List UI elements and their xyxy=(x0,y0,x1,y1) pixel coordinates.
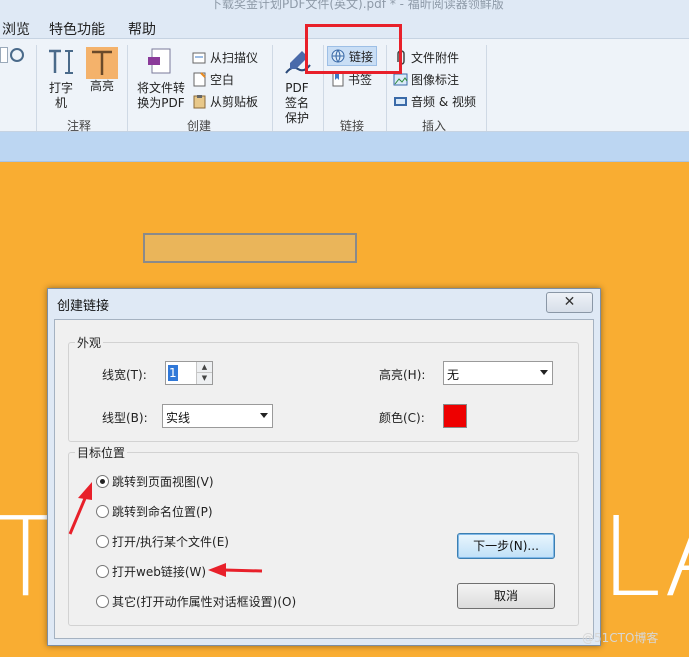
audio-video-label: 音频 & 视频 xyxy=(411,94,476,109)
next-button[interactable]: 下一步(N)... xyxy=(457,533,555,559)
scanner-icon xyxy=(192,50,207,65)
separator xyxy=(127,45,128,131)
typewriter-label: 打字机 xyxy=(48,81,73,110)
from-clipboard-label: 从剪贴板 xyxy=(210,94,259,109)
highlight-mode-label: 高亮(H): xyxy=(379,368,426,382)
blank-page-icon xyxy=(192,71,207,87)
link-area-selection[interactable] xyxy=(143,233,357,263)
spin-down-icon[interactable]: ▼ xyxy=(197,373,212,384)
menu-help[interactable]: 帮助 xyxy=(128,19,156,39)
from-scanner-button[interactable]: 从扫描仪 xyxy=(192,47,258,67)
radio-button[interactable] xyxy=(96,474,109,488)
close-icon: ✕ xyxy=(563,294,576,310)
line-style-select[interactable]: 实线 xyxy=(162,404,273,428)
image-annotation-button[interactable]: 图像标注 xyxy=(393,69,459,89)
menu-features[interactable]: 特色功能 xyxy=(49,19,105,39)
radio-label: 打开/执行某个文件(E) xyxy=(112,534,229,549)
blank-button[interactable]: 空白 xyxy=(192,69,234,89)
radio-option-web-link[interactable]: 打开web链接(W) xyxy=(96,562,206,580)
line-width-spinner[interactable]: 1 ▲ ▼ xyxy=(165,361,213,385)
typewriter-button[interactable]: 打字机 xyxy=(42,47,80,111)
line-width-label: 线宽(T): xyxy=(102,368,147,382)
highlight-button[interactable]: 高亮 xyxy=(84,47,120,94)
highlight-mode-value: 无 xyxy=(447,368,460,382)
zoom-field[interactable] xyxy=(0,47,8,63)
appearance-group: 外观 线宽(T): 1 ▲ ▼ 高亮(H): 无 线型(B): 实线 颜色(C)… xyxy=(68,334,579,442)
close-button[interactable]: ✕ xyxy=(546,292,593,313)
window-title: 下载奖金计划PDF文件(英文).pdf * - 福昕阅读器领鲜版 xyxy=(210,0,504,11)
line-style-value: 实线 xyxy=(166,411,191,425)
document-convert-icon xyxy=(148,48,171,74)
radio-option-other-action[interactable]: 其它(打开动作属性对话框设置)(O) xyxy=(96,592,296,610)
radio-label: 跳转到命名位置(P) xyxy=(112,504,213,519)
appearance-legend: 外观 xyxy=(75,334,104,351)
radio-option-open-file[interactable]: 打开/执行某个文件(E) xyxy=(96,532,229,550)
radio-option-page-view[interactable]: 跳转到页面视图(V) xyxy=(96,472,214,490)
radio-label: 跳转到页面视图(V) xyxy=(112,474,214,489)
target-group: 目标位置 跳转到页面视图(V) 跳转到命名位置(P) 打开/执行某个文件(E) … xyxy=(68,444,579,626)
chevron-down-icon xyxy=(540,370,548,375)
separator xyxy=(36,45,37,131)
create-link-dialog: 创建链接 ✕ 外观 线宽(T): 1 ▲ ▼ 高亮(H): 无 线型(B): 实… xyxy=(47,288,601,646)
clipboard-icon xyxy=(192,94,207,109)
blank-label: 空白 xyxy=(210,72,235,87)
spin-up-icon[interactable]: ▲ xyxy=(197,362,212,373)
file-attachment-label: 文件附件 xyxy=(411,50,460,65)
color-label: 颜色(C): xyxy=(379,411,425,425)
file-attachment-button[interactable]: 文件附件 xyxy=(393,47,459,67)
dialog-title: 创建链接 xyxy=(57,299,110,314)
color-swatch-button[interactable] xyxy=(443,404,467,428)
radio-label: 其它(打开动作属性对话框设置)(O) xyxy=(112,594,297,609)
zoom-in-icon[interactable] xyxy=(10,48,24,62)
radio-button[interactable] xyxy=(96,504,109,518)
film-icon xyxy=(393,94,408,109)
convert-to-pdf-button[interactable]: 将文件转换为PDF xyxy=(134,47,188,111)
watermark: @51CTO博客 xyxy=(582,631,659,645)
from-scanner-label: 从扫描仪 xyxy=(210,50,259,65)
radio-button[interactable] xyxy=(96,534,109,548)
image-annotation-label: 图像标注 xyxy=(411,72,460,87)
highlight-icon xyxy=(86,47,118,79)
menu-browse[interactable]: 浏览 xyxy=(2,19,30,39)
radio-option-named-destination[interactable]: 跳转到命名位置(P) xyxy=(96,502,213,520)
target-legend: 目标位置 xyxy=(75,444,128,461)
convert-to-pdf-label: 将文件转换为PDF xyxy=(136,81,185,110)
highlight-label: 高亮 xyxy=(89,79,114,93)
pdf-sign-label: PDF签名保护 xyxy=(284,81,309,125)
annotation-highlight-box xyxy=(305,24,402,74)
highlight-mode-select[interactable]: 无 xyxy=(443,361,553,385)
line-style-label: 线型(B): xyxy=(102,411,148,425)
separator xyxy=(272,45,273,131)
radio-label: 打开web链接(W) xyxy=(112,564,207,579)
title-bar: 下载奖金计划PDF文件(英文).pdf * - 福昕阅读器领鲜版 xyxy=(0,0,689,14)
radio-button[interactable] xyxy=(96,594,109,608)
from-clipboard-button[interactable]: 从剪贴板 xyxy=(192,91,258,111)
typewriter-icon xyxy=(49,49,73,74)
audio-video-button[interactable]: 音频 & 视频 xyxy=(393,91,476,111)
line-width-value: 1 xyxy=(168,365,178,381)
spinner-arrows: ▲ ▼ xyxy=(196,362,212,384)
tab-strip xyxy=(0,132,689,162)
background-letters-right: LA xyxy=(600,493,689,621)
cancel-button[interactable]: 取消 xyxy=(457,583,555,609)
radio-button[interactable] xyxy=(96,564,109,578)
chevron-down-icon xyxy=(260,413,268,418)
dialog-body: 外观 线宽(T): 1 ▲ ▼ 高亮(H): 无 线型(B): 实线 颜色(C)… xyxy=(54,319,594,639)
separator xyxy=(486,45,487,131)
